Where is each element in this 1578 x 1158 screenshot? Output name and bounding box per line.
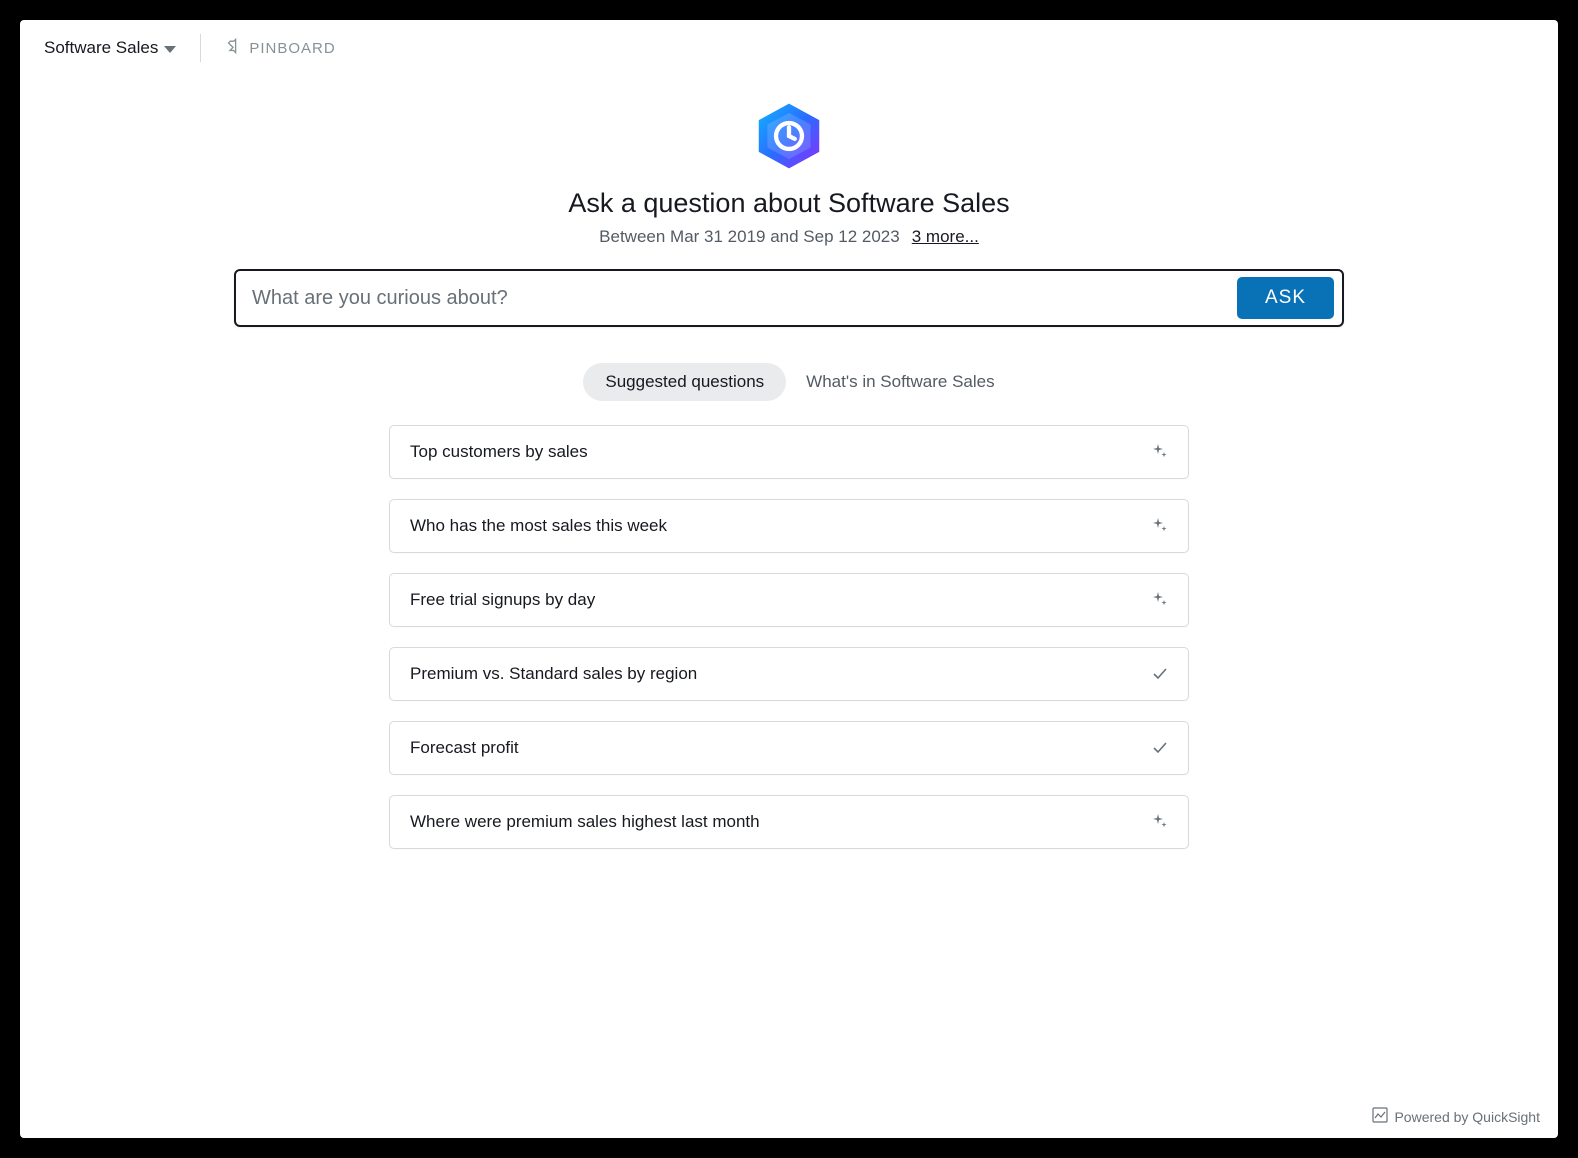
sparkle-icon xyxy=(1152,814,1168,830)
pin-icon xyxy=(225,38,241,58)
suggestion-item[interactable]: Forecast profit xyxy=(389,721,1189,775)
quicksight-q-logo-icon xyxy=(753,100,825,172)
sparkle-icon xyxy=(1152,444,1168,460)
suggestion-item[interactable]: Premium vs. Standard sales by region xyxy=(389,647,1189,701)
topic-dropdown[interactable]: Software Sales xyxy=(44,38,176,58)
suggestion-item[interactable]: Free trial signups by day xyxy=(389,573,1189,627)
main-content: Ask a question about Software Sales Betw… xyxy=(20,72,1558,1138)
chevron-down-icon xyxy=(164,46,176,53)
pinboard-button[interactable]: PINBOARD xyxy=(225,38,335,58)
date-range-text: Between Mar 31 2019 and Sep 12 2023 xyxy=(599,227,900,247)
chart-icon xyxy=(1372,1107,1388,1126)
sparkle-icon xyxy=(1152,518,1168,534)
ask-button[interactable]: ASK xyxy=(1237,277,1334,319)
suggestion-text: Who has the most sales this week xyxy=(410,516,667,536)
suggestion-item[interactable]: Top customers by sales xyxy=(389,425,1189,479)
suggestion-item[interactable]: Who has the most sales this week xyxy=(389,499,1189,553)
sparkle-icon xyxy=(1152,592,1168,608)
suggestion-item[interactable]: Where were premium sales highest last mo… xyxy=(389,795,1189,849)
date-range-row: Between Mar 31 2019 and Sep 12 2023 3 mo… xyxy=(599,227,979,247)
tabs-row: Suggested questions What's in Software S… xyxy=(583,363,994,401)
suggestion-text: Where were premium sales highest last mo… xyxy=(410,812,760,832)
search-bar: ASK xyxy=(234,269,1344,327)
tab-suggested-questions[interactable]: Suggested questions xyxy=(583,363,786,401)
topic-name: Software Sales xyxy=(44,38,158,58)
suggestions-list: Top customers by sales Who has the most … xyxy=(389,425,1189,849)
page-title: Ask a question about Software Sales xyxy=(568,188,1009,219)
app-window: Software Sales PINBOARD xyxy=(20,20,1558,1138)
check-icon xyxy=(1152,666,1168,682)
pinboard-label: PINBOARD xyxy=(249,40,335,57)
suggestion-text: Forecast profit xyxy=(410,738,519,758)
more-filters-link[interactable]: 3 more... xyxy=(912,227,979,247)
suggestion-text: Free trial signups by day xyxy=(410,590,595,610)
top-bar: Software Sales PINBOARD xyxy=(20,20,1558,72)
question-input[interactable] xyxy=(252,281,1237,316)
footer: Powered by QuickSight xyxy=(1372,1107,1540,1126)
suggestion-text: Premium vs. Standard sales by region xyxy=(410,664,697,684)
powered-by-label: Powered by QuickSight xyxy=(1394,1109,1540,1125)
suggestion-text: Top customers by sales xyxy=(410,442,588,462)
tab-whats-in[interactable]: What's in Software Sales xyxy=(806,372,994,392)
divider xyxy=(200,34,201,62)
check-icon xyxy=(1152,740,1168,756)
